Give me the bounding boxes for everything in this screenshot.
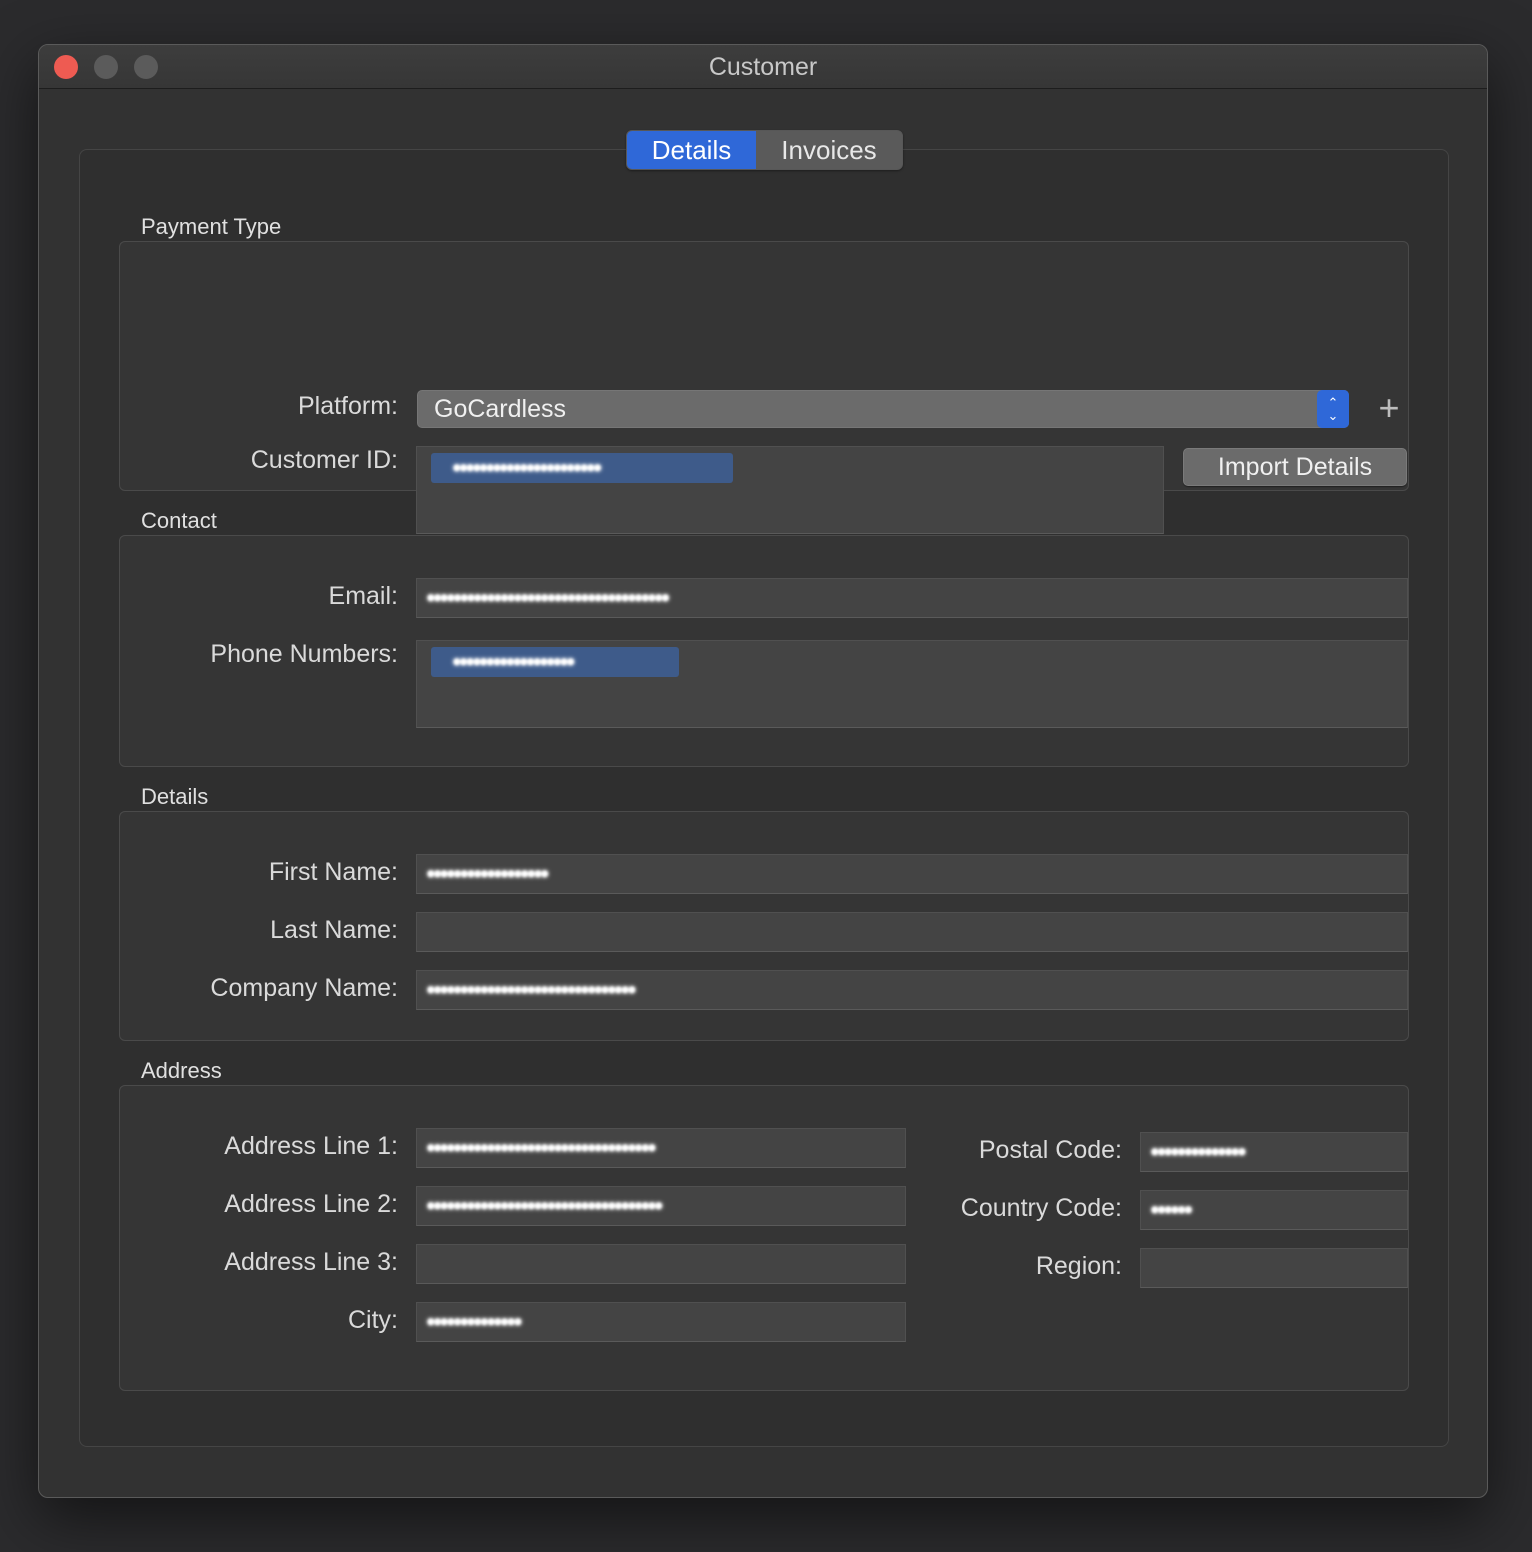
- address-line-2-label: Address Line 2:: [224, 1190, 398, 1218]
- phone-numbers-token-field[interactable]: ••••••••••••••••••: [416, 640, 1408, 728]
- payment-type-heading: Payment Type: [141, 214, 282, 239]
- customer-id-token-text: ••••••••••••••••••••••: [453, 455, 601, 480]
- phone-number-token-text: ••••••••••••••••••: [453, 649, 575, 674]
- first-name-field[interactable]: ••••••••••••••••••: [416, 854, 1408, 894]
- address-line-2-field[interactable]: •••••••••••••••••••••••••••••••••••: [416, 1186, 906, 1226]
- city-label: City:: [348, 1306, 398, 1334]
- tab-view: Payment Type Platform: GoCardless ⌃ ⌄ + C…: [79, 149, 1449, 1447]
- postal-code-value: ••••••••••••••: [1151, 1139, 1246, 1164]
- address-heading: Address: [141, 1058, 222, 1083]
- email-label: Email:: [328, 582, 398, 610]
- tab-invoices[interactable]: Invoices: [756, 131, 902, 169]
- city-value: ••••••••••••••: [427, 1309, 522, 1334]
- company-name-label: Company Name:: [210, 974, 398, 1002]
- phone-number-token[interactable]: ••••••••••••••••••: [431, 647, 679, 677]
- address-line-1-label: Address Line 1:: [224, 1132, 398, 1160]
- country-code-value: ••••••: [1151, 1197, 1192, 1222]
- contact-heading: Contact: [141, 508, 217, 533]
- city-field[interactable]: ••••••••••••••: [416, 1302, 906, 1342]
- customer-id-token-field[interactable]: ••••••••••••••••••••••: [416, 446, 1164, 534]
- company-name-value: •••••••••••••••••••••••••••••••: [427, 977, 636, 1002]
- first-name-value: ••••••••••••••••••: [427, 861, 549, 886]
- address-line-1-value: ••••••••••••••••••••••••••••••••••: [427, 1135, 656, 1160]
- country-code-label: Country Code:: [960, 1194, 1122, 1222]
- details-heading: Details: [141, 784, 209, 809]
- last-name-field[interactable]: [416, 912, 1408, 952]
- window-title: Customer: [708, 53, 818, 81]
- last-name-label: Last Name:: [270, 916, 398, 944]
- address-line-1-field[interactable]: ••••••••••••••••••••••••••••••••••: [416, 1128, 906, 1168]
- email-field[interactable]: ••••••••••••••••••••••••••••••••••••: [416, 578, 1408, 618]
- import-details-button[interactable]: Import Details: [1183, 448, 1407, 486]
- platform-label: Platform:: [297, 392, 398, 420]
- address-line-3-field[interactable]: [416, 1244, 906, 1284]
- select-arrows-icon: ⌃ ⌄: [1317, 390, 1349, 428]
- region-field[interactable]: [1140, 1248, 1408, 1288]
- title-bar: Customer: [39, 45, 1487, 89]
- phone-numbers-label: Phone Numbers:: [210, 640, 398, 668]
- customer-id-label: Customer ID:: [250, 446, 398, 474]
- postal-code-label: Postal Code:: [978, 1136, 1122, 1164]
- platform-select[interactable]: GoCardless ⌃ ⌄: [417, 390, 1349, 428]
- email-value: ••••••••••••••••••••••••••••••••••••: [427, 585, 669, 610]
- customer-id-token[interactable]: ••••••••••••••••••••••: [431, 453, 733, 483]
- company-name-field[interactable]: •••••••••••••••••••••••••••••••: [416, 970, 1408, 1010]
- tab-details[interactable]: Details: [627, 131, 756, 169]
- postal-code-field[interactable]: ••••••••••••••: [1140, 1132, 1408, 1172]
- address-line-2-value: •••••••••••••••••••••••••••••••••••: [427, 1193, 663, 1218]
- first-name-label: First Name:: [268, 858, 398, 886]
- add-platform-plus-icon[interactable]: +: [1374, 390, 1404, 426]
- tab-switcher: Details Invoices: [626, 130, 903, 170]
- platform-select-value: GoCardless: [434, 395, 566, 423]
- customer-window: Customer Payment Type Platform: GoCardle…: [38, 44, 1488, 1498]
- region-label: Region:: [1035, 1252, 1122, 1280]
- address-line-3-label: Address Line 3:: [224, 1248, 398, 1276]
- country-code-field[interactable]: ••••••: [1140, 1190, 1408, 1230]
